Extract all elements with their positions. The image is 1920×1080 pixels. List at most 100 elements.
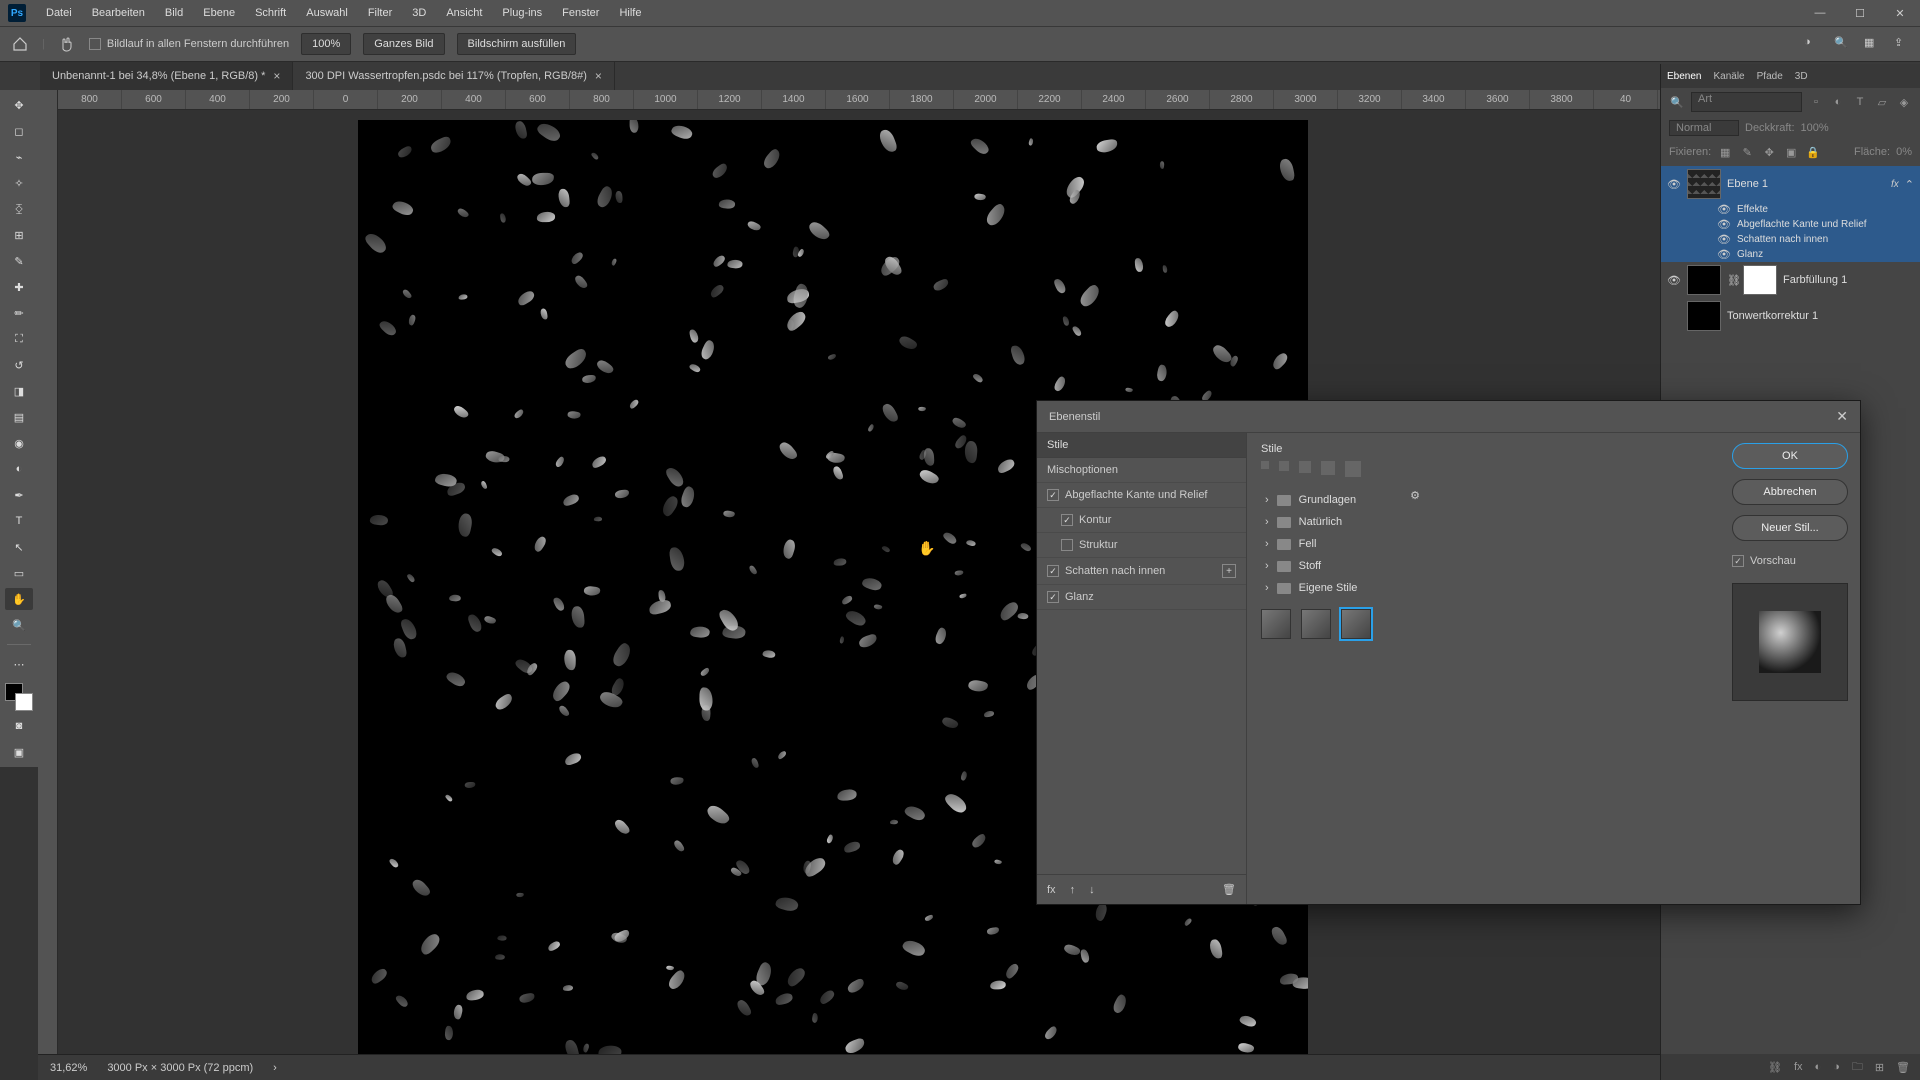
gradient-tool-icon[interactable]: ▤ — [5, 406, 33, 428]
home-icon[interactable] — [10, 34, 30, 54]
quickmask-icon[interactable]: ◙ — [5, 715, 33, 737]
inner-shadow-item[interactable]: ✓Schatten nach innen+ — [1037, 558, 1246, 585]
menu-auswahl[interactable]: Auswahl — [296, 3, 358, 23]
styles-menu-icon[interactable]: ⚙ — [1410, 489, 1420, 502]
new-style-button[interactable]: Neuer Stil... — [1732, 515, 1848, 541]
path-tool-icon[interactable]: ↖ — [5, 536, 33, 558]
tab-3d[interactable]: 3D — [1795, 71, 1808, 82]
window-minimize-icon[interactable]: — — [1800, 0, 1840, 26]
fx-bevel-row[interactable]: 👁Abgeflachte Kante und Relief — [1661, 217, 1920, 232]
fx-satin-row[interactable]: 👁Glanz — [1661, 247, 1920, 262]
menu-bearbeiten[interactable]: Bearbeiten — [82, 3, 155, 23]
brush-tool-icon[interactable]: ✏ — [5, 302, 33, 324]
status-zoom[interactable]: 31,62% — [50, 1062, 87, 1074]
tab-ebenen[interactable]: Ebenen — [1667, 71, 1701, 82]
status-arrow-icon[interactable]: › — [273, 1062, 277, 1074]
layer-name[interactable]: Ebene 1 — [1727, 178, 1885, 190]
menu-hilfe[interactable]: Hilfe — [609, 3, 651, 23]
dialog-titlebar[interactable]: Ebenenstil ✕ — [1037, 401, 1860, 433]
pen-tool-icon[interactable]: ✒ — [5, 484, 33, 506]
preview-checkbox[interactable]: ✓ Vorschau — [1732, 555, 1848, 567]
tab-kanaele[interactable]: Kanäle — [1713, 71, 1744, 82]
move-tool-icon[interactable]: ✥ — [5, 94, 33, 116]
layer-name[interactable]: Farbfüllung 1 — [1783, 274, 1914, 286]
close-tab-icon[interactable]: × — [595, 69, 602, 83]
fx-collapse-icon[interactable]: ⌃ — [1905, 178, 1914, 191]
crop-tool-icon[interactable]: ⧰ — [5, 198, 33, 220]
layer-ebene-1[interactable]: 👁 Ebene 1 fx ⌃ — [1661, 166, 1920, 202]
fx-effects-row[interactable]: 👁 Effekte — [1661, 202, 1920, 217]
hand-tool-icon[interactable] — [57, 34, 77, 54]
lasso-tool-icon[interactable]: ⌁ — [5, 146, 33, 168]
layer-thumbnail[interactable] — [1687, 301, 1721, 331]
blending-options-item[interactable]: Mischoptionen — [1037, 458, 1246, 483]
size-xl-icon[interactable] — [1345, 461, 1361, 477]
cancel-button[interactable]: Abbrechen — [1732, 479, 1848, 505]
dodge-tool-icon[interactable]: ◐ — [5, 458, 33, 480]
layer-thumbnail[interactable] — [1687, 169, 1721, 199]
delete-layer-icon[interactable]: 🗑 — [1896, 1061, 1910, 1074]
background-color[interactable] — [15, 693, 33, 711]
folder-eigene[interactable]: ›Eigene Stile — [1261, 577, 1706, 599]
search-icon[interactable]: 🔍 — [1834, 36, 1850, 52]
lock-all-icon[interactable]: 🔒 — [1805, 144, 1821, 160]
lock-pixels-icon[interactable]: ✎ — [1739, 144, 1755, 160]
folder-fell[interactable]: ›Fell — [1261, 533, 1706, 555]
hand-tool-icon[interactable]: ✋ — [5, 588, 33, 610]
window-maximize-icon[interactable]: ☐ — [1840, 0, 1880, 26]
adjustment-layer-icon[interactable]: ◑ — [1833, 1061, 1840, 1073]
move-up-icon[interactable]: ↑ — [1070, 884, 1076, 896]
mask-link-icon[interactable]: ⛓ — [1727, 274, 1737, 287]
folder-stoff[interactable]: ›Stoff — [1261, 555, 1706, 577]
zoom-100-button[interactable]: 100% — [301, 33, 351, 55]
blur-tool-icon[interactable]: ◉ — [5, 432, 33, 454]
menu-fenster[interactable]: Fenster — [552, 3, 609, 23]
layer-name[interactable]: Tonwertkorrektur 1 — [1727, 310, 1914, 322]
dialog-close-icon[interactable]: ✕ — [1836, 408, 1848, 425]
color-swatches[interactable] — [5, 683, 33, 711]
menu-3d[interactable]: 3D — [402, 3, 436, 23]
screenmode-icon[interactable]: ▣ — [5, 741, 33, 763]
menu-plugins[interactable]: Plug-ins — [492, 3, 552, 23]
opacity-value[interactable]: 100% — [1801, 122, 1829, 134]
ok-button[interactable]: OK — [1732, 443, 1848, 469]
filter-smart-icon[interactable]: ◈ — [1896, 94, 1912, 110]
share-icon[interactable]: ⇪ — [1894, 36, 1910, 52]
close-tab-icon[interactable]: × — [273, 69, 280, 83]
filter-shape-icon[interactable]: ▱ — [1874, 94, 1890, 110]
stamp-tool-icon[interactable]: ⛶ — [5, 328, 33, 350]
fill-value[interactable]: 0% — [1896, 146, 1912, 158]
visibility-icon[interactable]: 👁 — [1667, 178, 1681, 191]
layer-farbfuellung[interactable]: 👁 ⛓ Farbfüllung 1 — [1661, 262, 1920, 298]
visibility-icon[interactable]: 👁 — [1667, 274, 1681, 287]
filter-adjust-icon[interactable]: ◐ — [1830, 94, 1846, 110]
menu-schrift[interactable]: Schrift — [245, 3, 296, 23]
filter-pixel-icon[interactable]: ▫ — [1808, 94, 1824, 110]
layer-mask-icon[interactable]: ◐ — [1815, 1061, 1822, 1073]
contour-item[interactable]: ✓Kontur — [1037, 508, 1246, 533]
lock-artboard-icon[interactable]: ▣ — [1783, 144, 1799, 160]
satin-item[interactable]: ✓Glanz — [1037, 585, 1246, 610]
size-small-icon[interactable] — [1261, 461, 1269, 469]
fill-screen-button[interactable]: Bildschirm ausfüllen — [457, 33, 577, 55]
doc-tab-2[interactable]: 300 DPI Wassertropfen.psdc bei 117% (Tro… — [293, 62, 614, 90]
menu-bild[interactable]: Bild — [155, 3, 193, 23]
status-docinfo[interactable]: 3000 Px × 3000 Px (72 ppcm) — [107, 1062, 253, 1074]
workspace-icon[interactable]: ▦ — [1864, 36, 1880, 52]
marquee-tool-icon[interactable]: ◻ — [5, 120, 33, 142]
mask-thumbnail[interactable] — [1743, 265, 1777, 295]
lock-transparent-icon[interactable]: ▦ — [1717, 144, 1733, 160]
doc-tab-1[interactable]: Unbenannt-1 bei 34,8% (Ebene 1, RGB/8) *… — [40, 62, 293, 90]
menu-ebene[interactable]: Ebene — [193, 3, 245, 23]
history-brush-tool-icon[interactable]: ↺ — [5, 354, 33, 376]
layer-search-input[interactable]: Art — [1691, 92, 1802, 112]
folder-grundlagen[interactable]: ›Grundlagen — [1261, 489, 1706, 511]
style-preset-3[interactable] — [1341, 609, 1371, 639]
fit-image-button[interactable]: Ganzes Bild — [363, 33, 444, 55]
visibility-icon[interactable]: 👁 — [1717, 203, 1731, 216]
layer-tonwertkorrektur[interactable]: 👁 Tonwertkorrektur 1 — [1661, 298, 1920, 334]
delete-effect-icon[interactable]: 🗑 — [1222, 883, 1236, 896]
scroll-all-windows-checkbox[interactable]: Bildlauf in allen Fenstern durchführen — [89, 38, 289, 50]
size-med2-icon[interactable] — [1299, 461, 1311, 473]
group-icon[interactable]: 🗀 — [1852, 1058, 1863, 1077]
